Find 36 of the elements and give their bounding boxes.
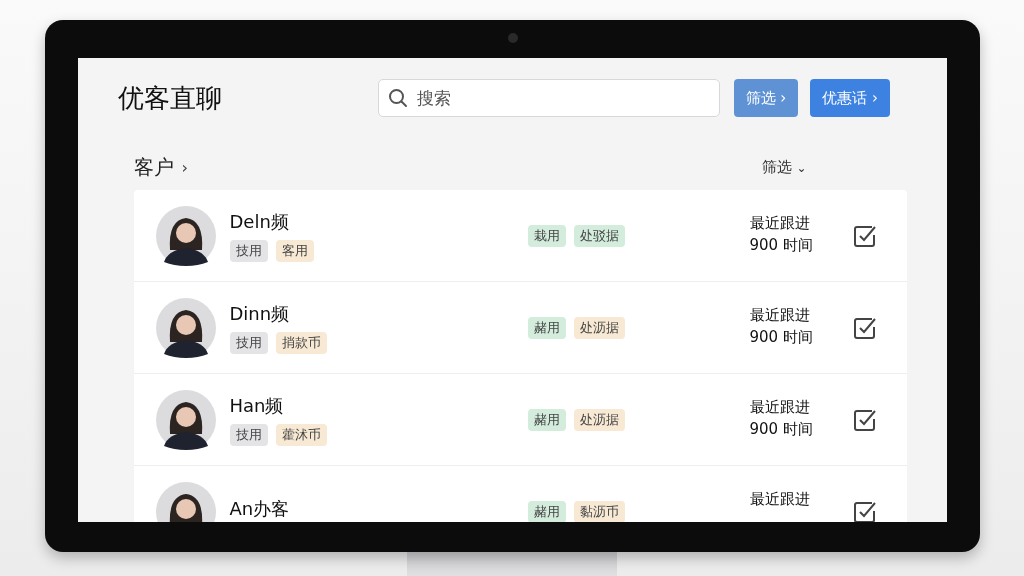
app-title: 优客直聊 (117, 81, 223, 115)
tag: 技用 (229, 239, 268, 262)
tag: 处沥据 (573, 316, 625, 339)
tag: 藿沭币 (275, 423, 327, 446)
caret-icon: ⌄ (796, 160, 807, 175)
follow-up-time: 900 时间 (749, 419, 814, 440)
tag: 捎款币 (275, 331, 327, 354)
tag: 技用 (229, 423, 268, 446)
follow-up-label: 最近跟进 (749, 489, 811, 510)
tag: 处驳据 (573, 224, 625, 247)
follow-up-label: 最近跟进 (749, 397, 811, 418)
tag: 赭用 (527, 316, 566, 339)
tag: 处沥据 (573, 408, 625, 431)
avatar-icon (155, 389, 216, 450)
avatar-icon (155, 297, 216, 358)
sort-dropdown[interactable]: 筛选 ⌄ (761, 157, 807, 177)
action-button[interactable]: 优惠话 › (810, 79, 891, 117)
customer-name: Han频 (229, 393, 285, 418)
tag: 赭用 (527, 408, 566, 431)
customer-name: An办客 (229, 496, 291, 521)
section-title: 客户 (133, 153, 174, 181)
follow-up-label: 最近跟进 (749, 213, 811, 234)
chevron-icon[interactable]: › (181, 157, 188, 177)
tag: 栽用 (527, 224, 566, 247)
webcam-icon (507, 33, 518, 43)
customer-name: Dinn频 (229, 301, 291, 326)
follow-up-time: 900 时间 (749, 235, 814, 256)
customer-name: Deln频 (229, 209, 290, 234)
follow-up-label: 最近跟进 (749, 305, 811, 326)
avatar-icon (155, 205, 216, 266)
tag: 黏沥币 (573, 500, 625, 522)
search-field[interactable]: 搜索 (377, 79, 720, 117)
tag: 客用 (275, 239, 314, 262)
tag: 赭用 (527, 500, 566, 522)
tag: 技用 (229, 331, 268, 354)
follow-up-time: 900 时间 (749, 327, 814, 348)
